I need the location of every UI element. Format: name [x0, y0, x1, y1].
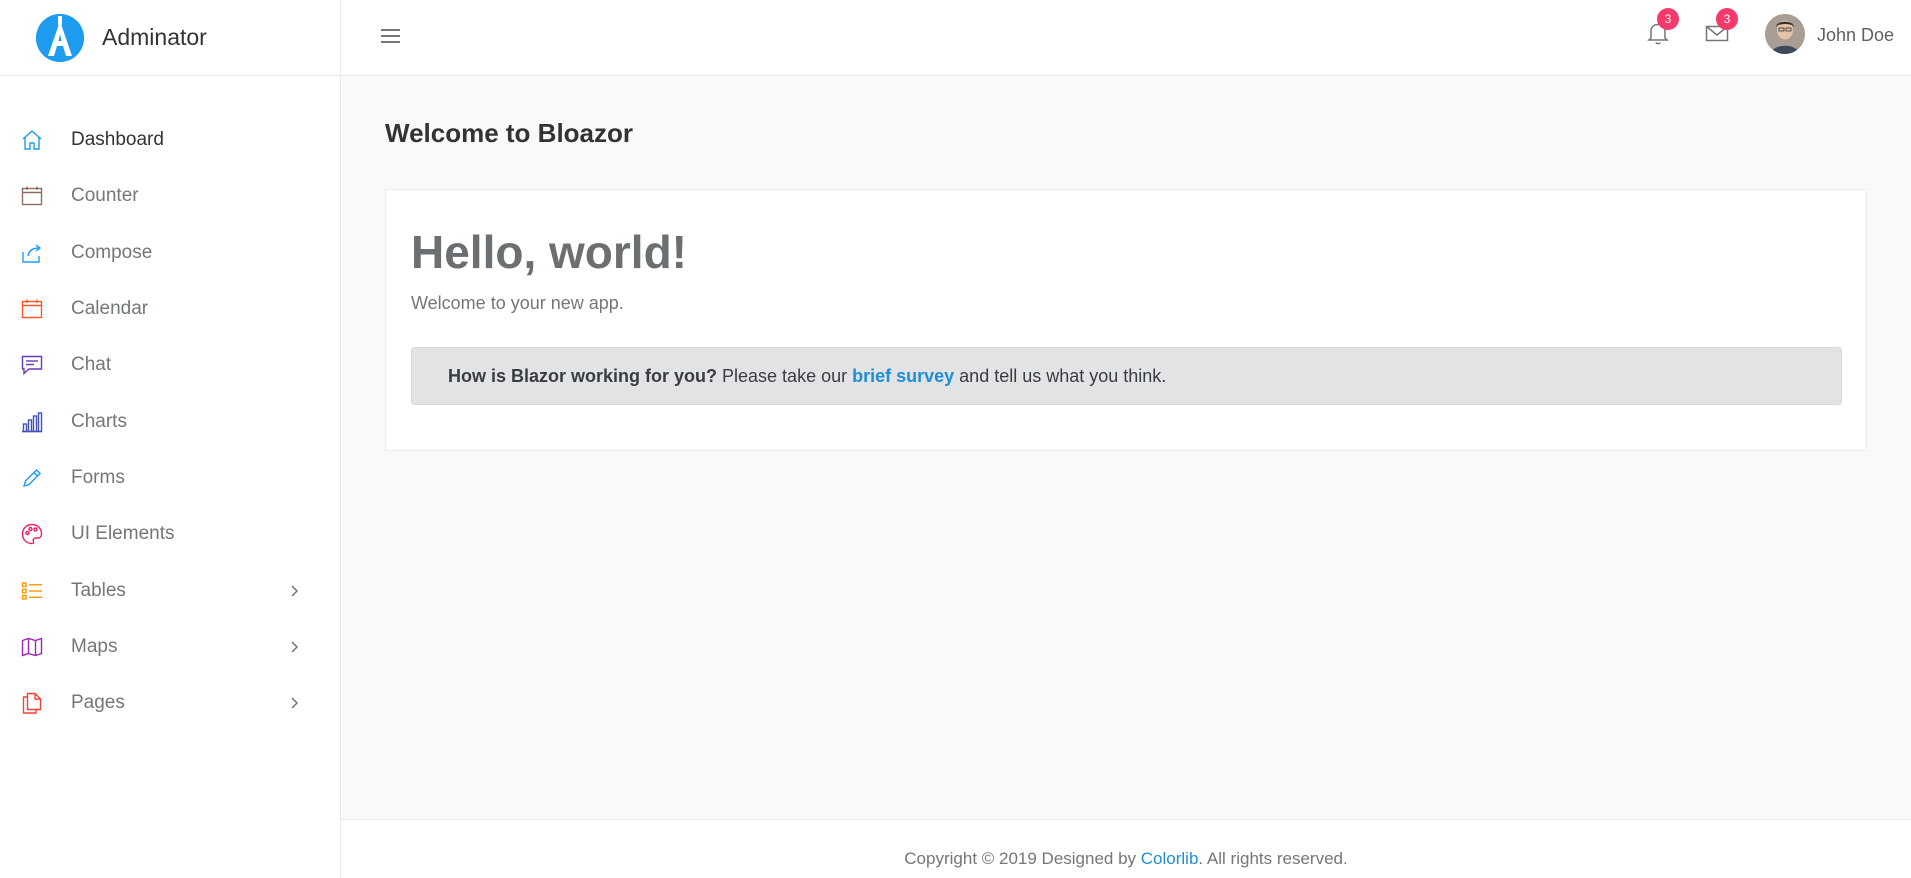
sidebar-item-charts[interactable]: Charts [0, 393, 340, 449]
brand[interactable]: Adminator [0, 0, 340, 76]
messages-button[interactable]: 3 [1702, 8, 1738, 48]
map-icon [20, 635, 44, 659]
top-header: 3 3 John Doe [341, 0, 1911, 76]
copyright-prefix: Copyright © 2019 Designed by [904, 849, 1141, 868]
hamburger-icon [381, 29, 400, 43]
sidebar-item-calendar[interactable]: Calendar [0, 281, 340, 337]
survey-link[interactable]: brief survey [852, 366, 954, 387]
sidebar-item-label: UI Elements [71, 523, 175, 545]
sidebar-item-label: Dashboard [71, 129, 164, 151]
survey-text-after: and tell us what you think. [954, 365, 1167, 386]
sidebar-menu: Dashboard Counter Compose Calendar Chat [0, 112, 340, 731]
sidebar-item-label: Counter [71, 185, 139, 207]
pencil-icon [20, 466, 44, 490]
sidebar-item-ui-elements[interactable]: UI Elements [0, 506, 340, 562]
files-icon [20, 691, 44, 715]
sidebar-item-maps[interactable]: Maps [0, 619, 340, 675]
survey-question: How is Blazor working for you? [448, 365, 718, 386]
chevron-right-icon [286, 695, 302, 711]
bar-chart-icon [20, 410, 44, 434]
sidebar-item-pages[interactable]: Pages [0, 675, 340, 731]
hello-heading: Hello, world! [411, 226, 687, 278]
content-card: Hello, world! Welcome to your new app. H… [385, 189, 1867, 451]
survey-text-before: Please take our [717, 365, 853, 386]
brand-logo[interactable] [36, 13, 84, 62]
sidebar-item-label: Maps [71, 635, 118, 657]
sidebar-item-label: Calendar [71, 298, 149, 320]
sidebar-item-forms[interactable]: Forms [0, 450, 340, 506]
sidebar-item-counter[interactable]: Counter [0, 168, 340, 224]
share-icon [20, 241, 44, 265]
page-title: Welcome to Bloazor [385, 118, 634, 148]
calendar-icon [20, 297, 44, 321]
footer: Copyright © 2019 Designed by Colorlib. A… [341, 819, 1911, 878]
messages-badge: 3 [1716, 8, 1738, 30]
chat-icon [20, 353, 44, 377]
notifications-badge: 3 [1657, 8, 1679, 30]
chevron-right-icon [286, 583, 302, 599]
sidebar-item-label: Charts [71, 410, 127, 432]
sidebar-item-tables[interactable]: Tables [0, 562, 340, 618]
sidebar: Adminator Dashboard Counter Compose Cale… [0, 0, 341, 878]
sidebar-item-compose[interactable]: Compose [0, 225, 340, 281]
list-icon [20, 579, 44, 603]
palette-icon [20, 522, 44, 546]
brand-name: Adminator [102, 24, 207, 50]
colorlib-link[interactable]: Colorlib [1141, 849, 1199, 868]
main-content: Welcome to Bloazor Hello, world! Welcome… [341, 76, 1911, 819]
avatar[interactable] [1765, 14, 1805, 54]
user-avatar-image [1765, 14, 1805, 54]
logo-icon [36, 13, 84, 62]
sidebar-item-label: Chat [71, 354, 112, 376]
welcome-text: Welcome to your new app. [411, 293, 624, 313]
chevron-right-icon [286, 639, 302, 655]
survey-alert: How is Blazor working for you? Please ta… [411, 347, 1842, 405]
sidebar-item-label: Forms [71, 466, 125, 488]
sidebar-item-chat[interactable]: Chat [0, 337, 340, 393]
user-name[interactable]: John Doe [1817, 25, 1894, 46]
sidebar-toggle-button[interactable] [377, 22, 405, 50]
notifications-button[interactable]: 3 [1643, 8, 1679, 48]
sidebar-item-dashboard[interactable]: Dashboard [0, 112, 340, 168]
copyright-text: Copyright © 2019 Designed by Colorlib. A… [341, 849, 1911, 869]
calendar-icon [20, 184, 44, 208]
home-icon [20, 128, 44, 152]
sidebar-item-label: Pages [71, 692, 125, 714]
sidebar-item-label: Tables [71, 579, 126, 601]
copyright-suffix: . All rights reserved. [1198, 849, 1348, 868]
sidebar-item-label: Compose [71, 241, 153, 263]
